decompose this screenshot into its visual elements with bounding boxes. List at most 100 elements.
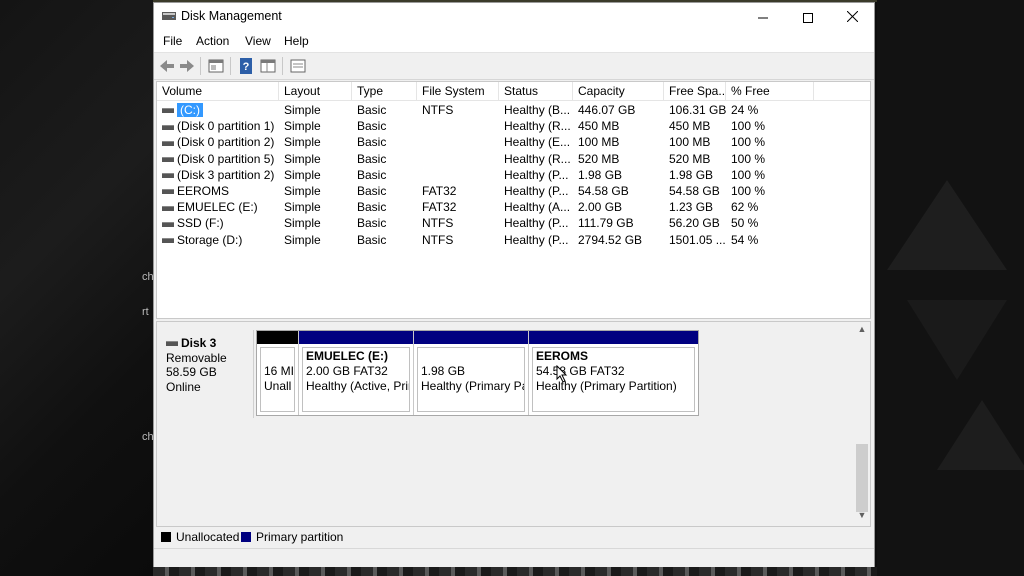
column-header-free-space[interactable]: Free Spa...: [664, 82, 726, 100]
volume-icon: [162, 173, 174, 179]
window-title: Disk Management: [181, 9, 282, 23]
column-header-capacity[interactable]: Capacity: [573, 82, 664, 100]
partition-unallocated[interactable]: 16 MI Unall: [257, 331, 299, 415]
background-text-fragment: rt: [142, 306, 149, 318]
table-row[interactable]: EEROMS Simple Basic FAT32 Healthy (P... 54.58…: [157, 183, 870, 199]
cell-fs: [417, 151, 499, 167]
disk-management-app-icon: [162, 12, 176, 20]
disk-view-icon[interactable]: [289, 57, 307, 75]
volume-icon: [162, 189, 174, 195]
menu-view[interactable]: View: [245, 34, 271, 48]
table-row[interactable]: (Disk 3 partition 2) Simple Basic Healthy (…: [157, 167, 870, 183]
properties-icon[interactable]: [207, 57, 225, 75]
volume-icon: [162, 205, 174, 211]
cell-layout: Simple: [284, 103, 321, 117]
column-header-file-system[interactable]: File System: [417, 82, 499, 100]
close-button[interactable]: [830, 3, 875, 30]
volume-name: (Disk 0 partition 1): [177, 119, 275, 134]
cell-type: Basic: [357, 184, 387, 198]
volume-name: (Disk 3 partition 2): [177, 167, 275, 182]
scrollbar-thumb[interactable]: [856, 444, 868, 512]
disk-view-scrollbar[interactable]: ▲ ▼: [854, 322, 870, 526]
table-row[interactable]: SSD (F:) Simple Basic NTFS Healthy (P... 111.…: [157, 215, 870, 231]
forward-icon[interactable]: [178, 57, 196, 75]
disk-management-window: Disk Management File Action View Help ? …: [153, 2, 875, 567]
volume-list-panel: Volume Layout Type File System Status Ca…: [156, 81, 871, 319]
cell-free: 450 MB: [669, 119, 711, 134]
menu-action[interactable]: Action: [196, 34, 229, 48]
volume-icon: [162, 108, 174, 114]
column-header-status[interactable]: Status: [499, 82, 573, 100]
cell-pct: 62 %: [731, 200, 759, 215]
table-row[interactable]: EMUELEC (E:) Simple Basic FAT32 Healthy (A..…: [157, 199, 870, 215]
help-icon[interactable]: ?: [237, 57, 255, 75]
cell-layout: Simple: [284, 232, 321, 247]
cell-free: 100 MB: [669, 135, 711, 150]
cell-volume: Storage (D:): [157, 232, 279, 248]
volume-icon: [162, 124, 174, 130]
cell-free: 56.20 GB: [669, 216, 720, 231]
partition-eeroms[interactable]: EEROMS 54.58 GB FAT32 Healthy (Primary P…: [529, 331, 698, 415]
partition-emuelec[interactable]: EMUELEC (E:) 2.00 GB FAT32 Healthy (Acti…: [299, 331, 414, 415]
cell-layout: Simple: [284, 184, 321, 198]
volume-icon: [162, 237, 174, 243]
cell-pct: 100 %: [731, 119, 766, 134]
back-icon[interactable]: [158, 57, 176, 75]
legend: Unallocated Primary partition: [156, 527, 871, 547]
column-header-volume[interactable]: Volume: [157, 82, 279, 100]
cell-type: Basic: [357, 135, 387, 150]
svg-text:?: ?: [243, 61, 250, 73]
table-row[interactable]: Storage (D:) Simple Basic NTFS Healthy (P...…: [157, 232, 870, 248]
disk-status: Online: [166, 380, 201, 394]
minimize-button[interactable]: [740, 3, 785, 30]
cell-pct: 50 %: [731, 216, 759, 231]
disk-3-label[interactable]: Disk 3 Removable 58.59 GB Online: [159, 330, 254, 418]
maximize-button[interactable]: [785, 3, 830, 30]
partition-disk3-partition2[interactable]: 1.98 GB Healthy (Primary Pa: [414, 331, 529, 415]
menu-help[interactable]: Help: [284, 34, 309, 48]
volume-list-icon[interactable]: [259, 57, 277, 75]
cell-fs: NTFS: [422, 232, 454, 247]
menu-file[interactable]: File: [163, 34, 182, 48]
cell-volume: (Disk 0 partition 5): [157, 151, 279, 167]
desktop-background-left: ch rt ch: [0, 0, 154, 576]
status-bar: [154, 548, 874, 567]
cell-pct: 100 %: [731, 184, 766, 198]
legend-primary-swatch: [241, 532, 251, 542]
toolbar: ?: [154, 52, 874, 80]
cell-capacity: 450 MB: [578, 119, 620, 134]
table-row[interactable]: (Disk 0 partition 2) Simple Basic Healthy (…: [157, 134, 870, 150]
cell-type: Basic: [357, 216, 387, 231]
scroll-up-icon[interactable]: ▲: [854, 324, 870, 338]
close-icon: [846, 10, 859, 23]
title-bar[interactable]: Disk Management: [154, 3, 874, 30]
cell-free: 1501.05 ...: [669, 232, 726, 247]
table-row[interactable]: (Disk 0 partition 5) Simple Basic Healthy (…: [157, 151, 870, 167]
menu-bar: File Action View Help: [154, 30, 874, 52]
column-header-type[interactable]: Type: [352, 82, 417, 100]
volume-name: (C:): [177, 103, 203, 117]
partition-size: 16 MI: [264, 364, 295, 378]
cell-fs: NTFS: [422, 103, 454, 117]
column-header-percent-free[interactable]: % Free: [726, 82, 814, 100]
scroll-down-icon[interactable]: ▼: [854, 510, 870, 524]
disk-view-panel: Disk 3 Removable 58.59 GB Online 16 MI U…: [156, 321, 871, 527]
cell-volume: (Disk 0 partition 2): [157, 134, 279, 150]
table-row[interactable]: (Disk 0 partition 1) Simple Basic Healthy (…: [157, 118, 870, 134]
cell-pct: 54 %: [731, 232, 759, 247]
cell-capacity: 111.79 GB: [578, 216, 634, 231]
partition-bar: [529, 331, 698, 344]
cell-fs: [417, 134, 499, 150]
volume-icon: [162, 221, 174, 227]
cell-free: 54.58 GB: [669, 184, 720, 198]
column-header-layout[interactable]: Layout: [279, 82, 352, 100]
background-text-fragment: ch: [142, 431, 154, 443]
cell-volume: (C:): [157, 102, 279, 118]
volume-name: Storage (D:): [177, 232, 243, 247]
cell-status: Healthy (R...: [504, 151, 571, 166]
cell-status: Healthy (E...: [504, 135, 571, 150]
desktop-background-bottom: [153, 567, 877, 576]
cell-status: Healthy (R...: [504, 119, 571, 134]
cell-fs: NTFS: [422, 216, 454, 231]
table-row[interactable]: (C:) Simple Basic NTFS Healthy (B... 446.07 G…: [157, 102, 870, 118]
